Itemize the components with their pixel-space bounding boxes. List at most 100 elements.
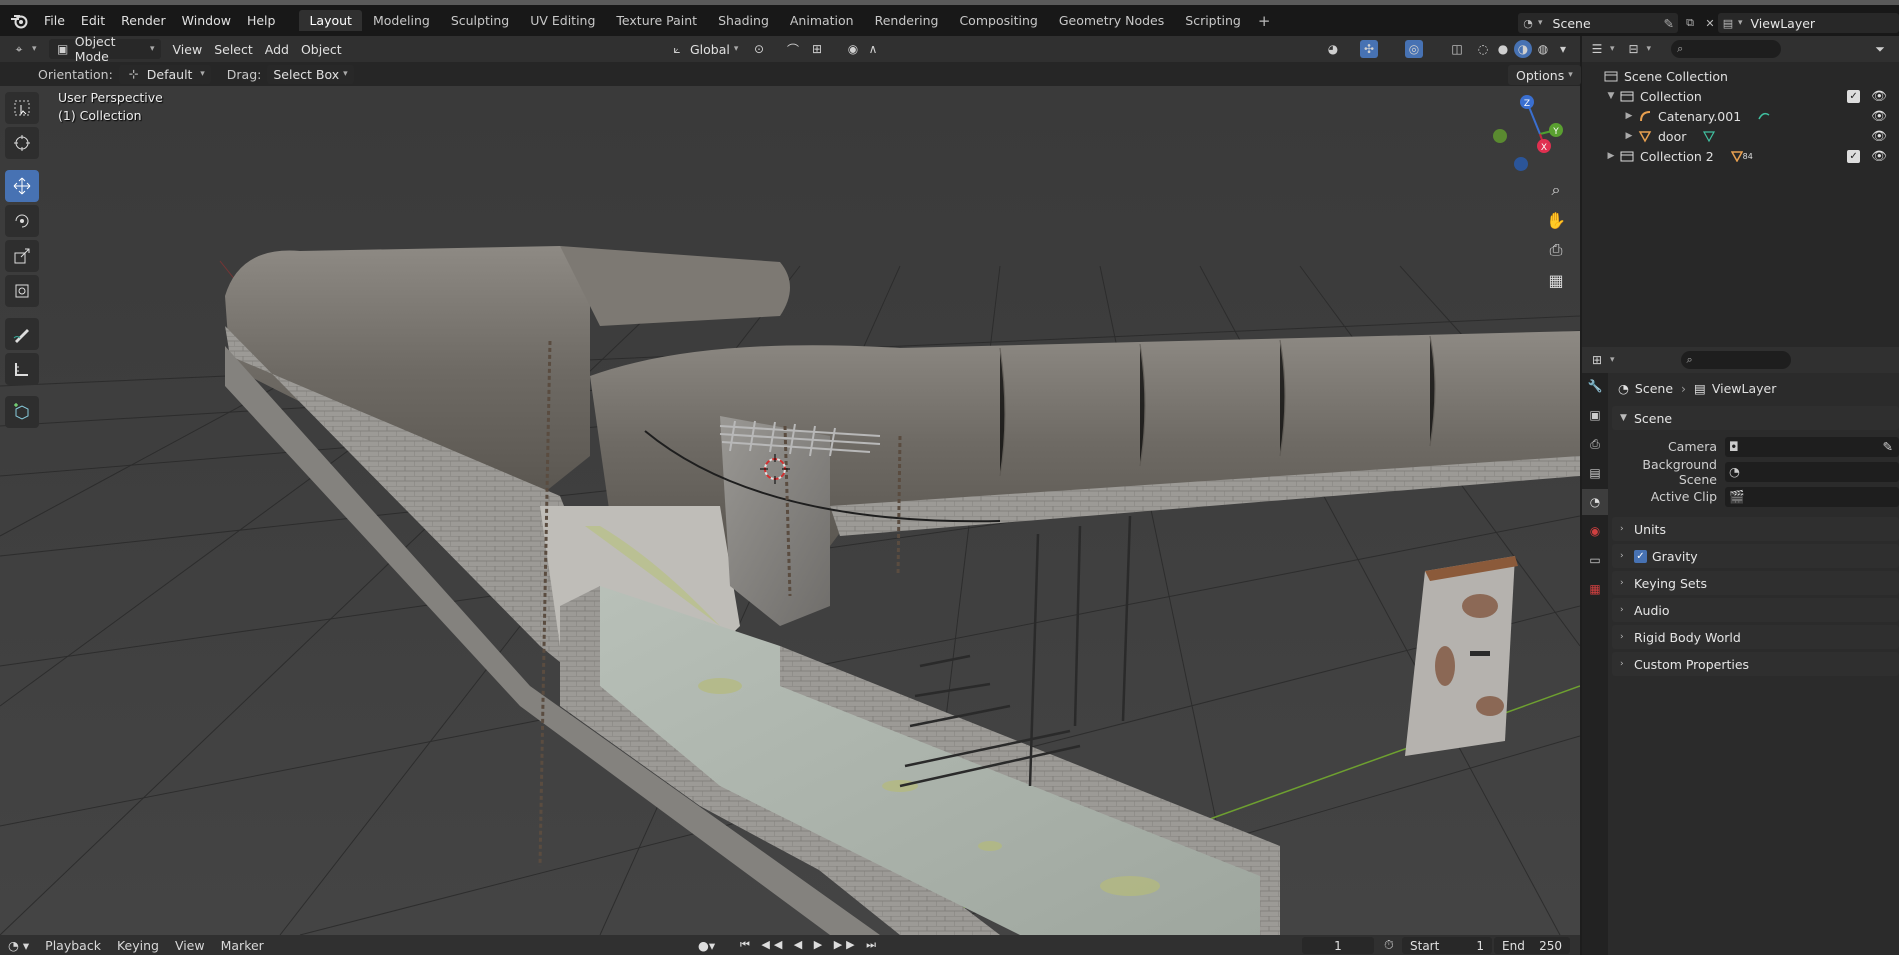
3d-viewport[interactable]: Z Y X User Perspective (1) Collection ⌕ … xyxy=(0,86,1580,935)
ortho-toggle-icon[interactable]: ▦ xyxy=(1542,266,1570,294)
menu-keying[interactable]: Keying xyxy=(109,938,167,953)
menu-view[interactable]: View xyxy=(167,39,209,59)
orientation-dropdown[interactable]: ⊹ Default ▾ xyxy=(118,64,211,84)
options-button[interactable]: Options ▾ xyxy=(1508,65,1581,85)
xray-icon[interactable]: ◫ xyxy=(1448,40,1466,58)
playback-controls[interactable]: ⏮ ◀◀ ◀ ▶ ▶▶ ⏭ xyxy=(740,938,880,952)
expand-arrow-icon[interactable]: ▼ xyxy=(1604,91,1618,101)
scene-panel-header[interactable]: ▼ Scene xyxy=(1612,406,1899,430)
wireframe-shading-icon[interactable]: ◌ xyxy=(1474,40,1492,58)
material-shading-icon[interactable]: ◑ xyxy=(1514,40,1532,58)
filter-icon[interactable]: ⏷ xyxy=(1871,40,1889,58)
tab-layout[interactable]: Layout xyxy=(299,10,362,31)
editor-type-button[interactable]: ⌖ ▾ xyxy=(4,39,43,59)
rotate-tool[interactable] xyxy=(5,205,39,237)
rendered-shading-icon[interactable]: ◍ xyxy=(1534,40,1552,58)
move-tool[interactable] xyxy=(5,170,39,202)
eye-icon[interactable]: 👁 xyxy=(1871,108,1887,124)
tab-compositing[interactable]: Compositing xyxy=(949,10,1047,31)
render-tab-icon[interactable]: ▣ xyxy=(1582,402,1608,428)
expand-arrow-icon[interactable]: ▶ xyxy=(1622,131,1636,141)
transform-tool[interactable] xyxy=(5,275,39,307)
add-workspace-icon[interactable]: + xyxy=(1252,12,1277,30)
tab-sculpting[interactable]: Sculpting xyxy=(441,10,519,31)
scene-tab-icon[interactable]: ◔ xyxy=(1582,489,1608,515)
tool-tab-icon[interactable]: 🔧 xyxy=(1582,373,1608,399)
gravity-checkbox[interactable]: ✓ xyxy=(1634,549,1647,563)
world-tab-icon[interactable]: ◉ xyxy=(1582,518,1608,544)
properties-search-input[interactable]: ⌕ xyxy=(1680,351,1791,369)
gizmo-toggle-icon[interactable]: ✣ xyxy=(1360,40,1378,58)
menu-playback[interactable]: Playback xyxy=(37,938,109,953)
scene-selector[interactable]: ◔ ▾ Scene ✎ xyxy=(1518,13,1678,33)
eyedropper-icon[interactable]: ✎ xyxy=(1883,439,1893,454)
transform-orientation-dropdown[interactable]: ⟀ Global ▾ xyxy=(662,39,744,59)
end-frame-field[interactable]: End 250 xyxy=(1494,937,1570,954)
drag-dropdown[interactable]: Select Box ▾ xyxy=(267,64,354,84)
tab-texture-paint[interactable]: Texture Paint xyxy=(606,10,707,31)
rigid-body-world-panel-header[interactable]: › Rigid Body World xyxy=(1612,625,1899,649)
outliner-row-catenary[interactable]: ▶ Catenary.001 👁 xyxy=(1582,106,1899,126)
solid-shading-icon[interactable]: ● xyxy=(1494,40,1512,58)
scale-tool[interactable] xyxy=(5,240,39,272)
camera-view-icon[interactable]: ⎙ xyxy=(1542,236,1570,264)
audio-panel-header[interactable]: › Audio xyxy=(1612,598,1899,622)
collection-tab-icon[interactable]: ▭ xyxy=(1582,547,1608,573)
menu-help[interactable]: Help xyxy=(239,10,284,31)
zoom-icon[interactable]: ⌕ xyxy=(1542,176,1570,204)
snap-icon[interactable]: ⌒ xyxy=(784,40,802,58)
pin-icon[interactable]: ✎ xyxy=(1664,16,1674,31)
outliner-editor-icon[interactable]: ☰ xyxy=(1588,40,1606,58)
background-scene-field[interactable]: ◔ xyxy=(1725,461,1899,482)
active-clip-field[interactable]: 🎬 xyxy=(1725,486,1899,507)
tab-shading[interactable]: Shading xyxy=(708,10,779,31)
output-tab-icon[interactable]: ⎙ xyxy=(1582,431,1608,457)
menu-marker[interactable]: Marker xyxy=(213,938,272,953)
visibility-icon[interactable]: ◕ xyxy=(1324,40,1342,58)
current-frame-field[interactable]: 1 xyxy=(1302,937,1374,954)
outliner-row-collection[interactable]: ▼ Collection ✓ 👁 xyxy=(1582,86,1899,106)
menu-window[interactable]: Window xyxy=(174,10,239,31)
cursor-tool[interactable] xyxy=(5,127,39,159)
add-cube-tool[interactable] xyxy=(5,396,39,428)
eye-icon[interactable]: 👁 xyxy=(1871,88,1887,104)
scene-collection-row[interactable]: Scene Collection xyxy=(1582,66,1899,86)
proportional-edit-icon[interactable]: ◉ xyxy=(844,40,862,58)
remove-scene-icon[interactable]: ✕ xyxy=(1700,13,1720,33)
viewlayer-selector[interactable]: ▤ ▾ ViewLayer xyxy=(1718,13,1899,33)
camera-field[interactable]: ◘ ✎ xyxy=(1725,436,1899,457)
custom-properties-panel-header[interactable]: › Custom Properties xyxy=(1612,652,1899,676)
gravity-panel-header[interactable]: › ✓ Gravity xyxy=(1612,544,1899,568)
view-layer-tab-icon[interactable]: ▤ xyxy=(1582,460,1608,486)
timeline-editor-icon[interactable]: ◔ ▾ xyxy=(0,938,37,953)
tab-rendering[interactable]: Rendering xyxy=(865,10,949,31)
tab-uv-editing[interactable]: UV Editing xyxy=(520,10,605,31)
snap-target-icon[interactable]: ⊞ xyxy=(808,40,826,58)
stopwatch-icon[interactable]: ⏱ xyxy=(1384,937,1394,953)
new-scene-icon[interactable]: ⧉ xyxy=(1680,13,1700,33)
outliner-search-input[interactable]: ⌕ xyxy=(1671,40,1782,58)
menu-add[interactable]: Add xyxy=(259,39,295,59)
outliner-row-door[interactable]: ▶ door 👁 xyxy=(1582,126,1899,146)
keying-sets-panel-header[interactable]: › Keying Sets xyxy=(1612,571,1899,595)
menu-timeline-view[interactable]: View xyxy=(167,938,213,953)
units-panel-header[interactable]: › Units xyxy=(1612,517,1899,541)
display-mode-icon[interactable]: ⊟ xyxy=(1625,40,1643,58)
tab-animation[interactable]: Animation xyxy=(780,10,864,31)
tab-geometry-nodes[interactable]: Geometry Nodes xyxy=(1049,10,1174,31)
exclude-checkbox[interactable]: ✓ xyxy=(1847,89,1861,103)
expand-arrow-icon[interactable]: ▶ xyxy=(1622,111,1636,121)
eye-icon[interactable]: 👁 xyxy=(1871,128,1887,144)
expand-arrow-icon[interactable]: ▶ xyxy=(1604,151,1618,161)
tab-modeling[interactable]: Modeling xyxy=(363,10,440,31)
properties-editor-icon[interactable]: ⊞ xyxy=(1588,351,1606,369)
start-frame-field[interactable]: Start 1 xyxy=(1402,937,1492,954)
blender-logo-icon[interactable] xyxy=(6,8,32,34)
exclude-checkbox[interactable]: ✓ xyxy=(1847,149,1861,163)
outliner-row-collection-2[interactable]: ▶ Collection 2 84 ✓ 👁 xyxy=(1582,146,1899,166)
menu-render[interactable]: Render xyxy=(113,10,174,31)
tab-scripting[interactable]: Scripting xyxy=(1175,10,1251,31)
annotate-tool[interactable] xyxy=(5,318,39,350)
overlay-toggle-icon[interactable]: ◎ xyxy=(1405,40,1423,58)
eye-icon[interactable]: 👁 xyxy=(1871,148,1887,164)
